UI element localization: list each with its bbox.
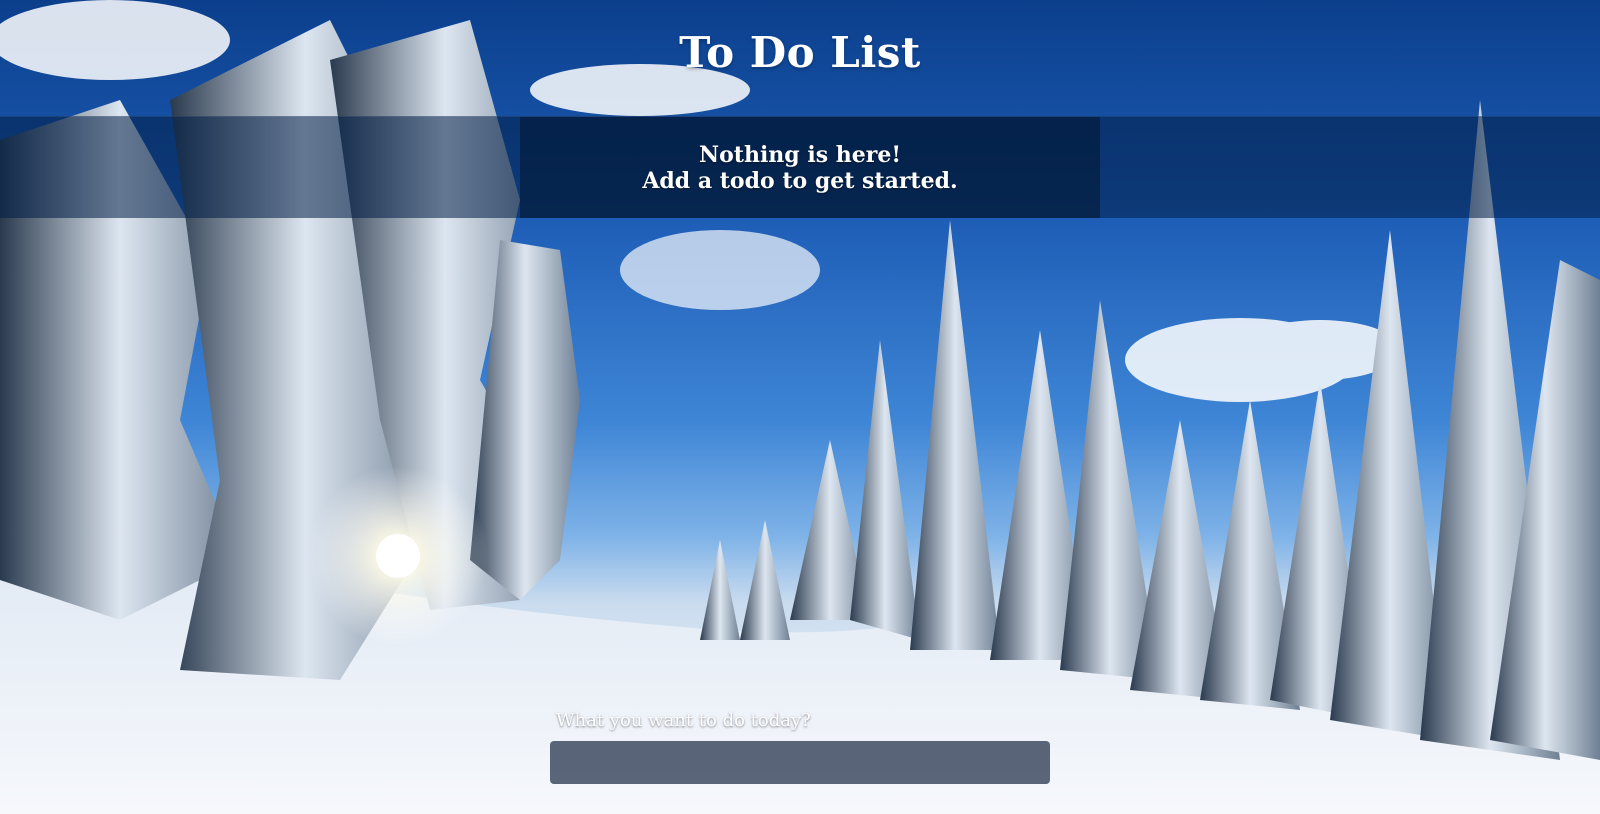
empty-state-hint: Add a todo to get started. bbox=[642, 168, 958, 194]
todo-input[interactable] bbox=[550, 741, 1050, 784]
empty-state-message: Nothing is here! Add a todo to get start… bbox=[0, 142, 1600, 194]
page-title: To Do List bbox=[679, 28, 921, 77]
todo-input-label: What you want to do today? bbox=[556, 710, 811, 731]
empty-state-title: Nothing is here! bbox=[699, 142, 901, 168]
